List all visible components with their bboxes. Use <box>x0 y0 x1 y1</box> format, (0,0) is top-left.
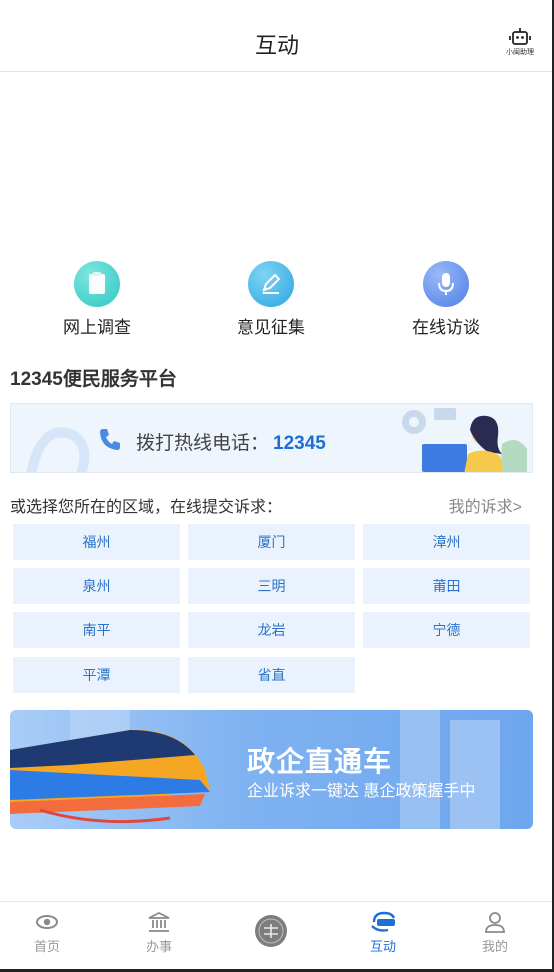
banner-title: 政企直通车 <box>247 746 393 777</box>
page-title: 互动 <box>254 33 299 58</box>
eye-icon <box>36 915 58 929</box>
region-zhangzhou[interactable]: 漳州 <box>363 524 530 560</box>
region-fuzhou[interactable]: 福州 <box>13 524 180 560</box>
robot-icon <box>509 28 531 45</box>
customer-service-illustration-icon <box>402 408 527 472</box>
survey-button[interactable]: 网上调查 <box>37 261 157 338</box>
region-ningde[interactable]: 宁德 <box>363 612 530 648</box>
survey-label: 网上调查 <box>63 318 131 337</box>
tab-mine-label: 我的 <box>481 939 508 954</box>
region-putian[interactable]: 莆田 <box>363 568 530 604</box>
pen-icon <box>248 261 294 307</box>
my-appeals-link[interactable]: 我的诉求> <box>449 493 522 517</box>
region-xiamen[interactable]: 厦门 <box>188 524 355 560</box>
assistant-label: 小闽助理 <box>506 49 534 56</box>
tab-home[interactable]: 首页 <box>2 910 92 955</box>
user-icon <box>485 912 505 933</box>
wave-decoration-icon <box>26 427 90 472</box>
region-longyan[interactable]: 龙岩 <box>188 612 355 648</box>
tab-home-label: 首页 <box>33 939 60 954</box>
tab-services[interactable]: 办事 <box>114 910 204 955</box>
quick-actions: 网上调查 意见征集 在线访谈 <box>0 261 554 341</box>
hotline-number[interactable]: 12345 <box>273 433 326 454</box>
tab-services-label: 办事 <box>145 939 172 954</box>
interview-button[interactable]: 在线访谈 <box>386 261 506 338</box>
tab-interaction-label: 互动 <box>369 939 396 954</box>
hotline-label: 拨打热线电话： <box>136 433 270 454</box>
region-pingtan[interactable]: 平潭 <box>13 657 180 693</box>
region-quanzhou[interactable]: 泉州 <box>13 568 180 604</box>
header-bar: 互动 小闽助理 <box>0 0 554 72</box>
microphone-icon <box>423 261 469 307</box>
enterprise-express-banner[interactable]: 政企直通车 企业诉求一键达 惠企政策握手中 <box>10 710 533 829</box>
hotline-12345-icon <box>371 911 396 932</box>
region-prompt: 或选择您所在的区域，在线提交诉求： <box>10 499 283 516</box>
survey-icon <box>74 261 120 307</box>
fujian-emblem-icon <box>255 915 287 947</box>
interview-label: 在线访谈 <box>412 318 480 337</box>
banner-subtitle: 企业诉求一键达 惠企政策握手中 <box>247 783 476 800</box>
tab-interaction[interactable]: 互动 <box>338 910 428 955</box>
phone-icon <box>100 429 120 450</box>
region-nanping[interactable]: 南平 <box>13 612 180 648</box>
region-provincial[interactable]: 省直 <box>188 657 355 693</box>
opinion-button[interactable]: 意见征集 <box>211 261 331 338</box>
hotline-text: 拨打热线电话： 12345 <box>136 428 326 455</box>
region-prompt-row: 或选择您所在的区域，在线提交诉求： 我的诉求> <box>10 493 522 517</box>
bottom-tab-bar: 首页 办事 互动 我的 <box>0 901 554 972</box>
assistant-button[interactable]: 小闽助理 <box>504 28 536 58</box>
region-sanming[interactable]: 三明 <box>188 568 355 604</box>
opinion-label: 意见征集 <box>237 318 305 337</box>
hotline-banner[interactable]: 拨打热线电话： 12345 <box>10 403 533 473</box>
tab-emblem[interactable] <box>226 914 316 948</box>
service-platform-title: 12345便民服务平台 <box>10 369 177 390</box>
government-building-icon <box>148 911 170 932</box>
tab-mine[interactable]: 我的 <box>450 910 540 955</box>
